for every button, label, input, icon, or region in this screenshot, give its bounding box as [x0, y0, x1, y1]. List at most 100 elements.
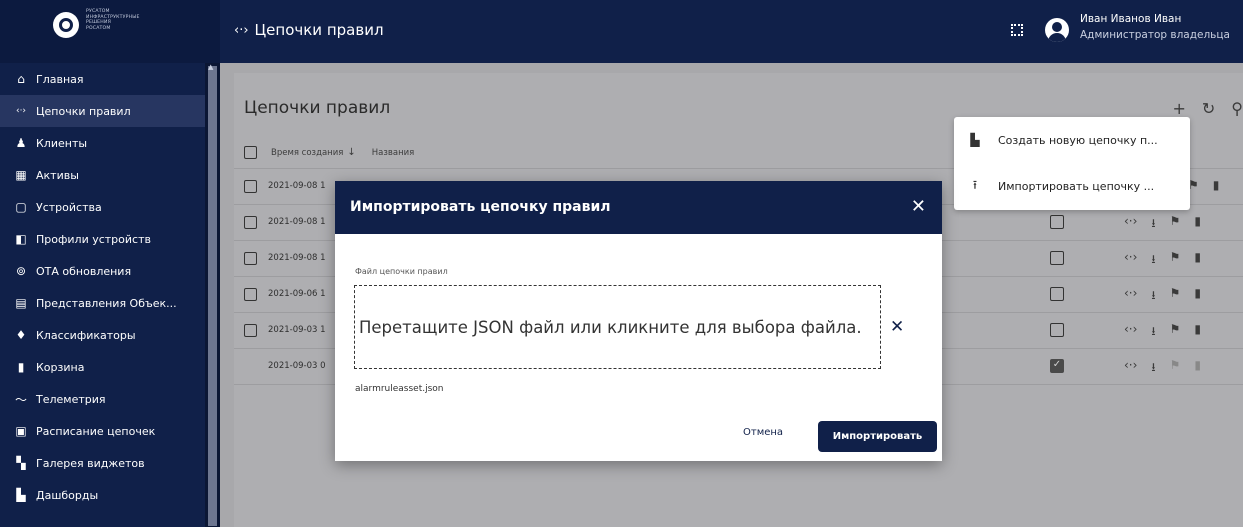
row-checkbox[interactable] [244, 324, 257, 337]
trash-icon: ▮ [17, 360, 25, 374]
upload-icon: ⭱ [972, 177, 978, 192]
row-date: 2021-09-08 1 [268, 253, 326, 263]
export-icon[interactable]: ⭳ [1151, 286, 1155, 307]
search-icon[interactable]: ⚲ [1231, 99, 1243, 118]
root-checkbox-checked: ✓ [1050, 359, 1064, 373]
close-icon[interactable]: ✕ [911, 196, 926, 217]
assets-icon: ▦ [15, 168, 27, 182]
open-chain-icon[interactable]: ‹·› [1124, 250, 1137, 271]
delete-icon[interactable]: ▮ [1194, 322, 1201, 343]
selected-file-name: alarmruleasset.json [355, 384, 444, 394]
root-flag-icon[interactable]: ⚑ [1170, 250, 1181, 271]
device-profile-icon: ◧ [15, 232, 27, 246]
import-button[interactable]: Импортировать [818, 421, 937, 452]
column-created-time[interactable]: Время создания [271, 148, 343, 158]
card-title: Цепочки правил [244, 98, 391, 118]
sidebar-item-schedule[interactable]: ▣ Расписание цепочек [0, 415, 205, 447]
delete-icon[interactable]: ▮ [1194, 214, 1201, 235]
root-checkbox [1050, 323, 1064, 337]
logo-emblem-icon [53, 12, 79, 38]
page-title: ‹·› Цепочки правил [234, 21, 384, 39]
row-date: 2021-09-03 0 [268, 361, 326, 371]
sidebar-item-customers[interactable]: ♟ Клиенты [0, 127, 205, 159]
file-dropzone[interactable]: Перетащите JSON файл или кликните для вы… [354, 285, 881, 369]
row-actions: ‹·› ⭳ ⚑ ▮ [1124, 358, 1201, 379]
sidebar-item-trash[interactable]: ▮ Корзина [0, 351, 205, 383]
sidebar-item-entity-views[interactable]: ▤ Представления Объек... [0, 287, 205, 319]
table-header: Время создания ↓ Названия [244, 146, 414, 159]
delete-icon: ▮ [1194, 358, 1201, 372]
sidebar-item-rule-chains[interactable]: ‹·› Цепочки правил [0, 95, 205, 127]
clear-file-icon[interactable]: ✕ [890, 317, 904, 337]
card-actions: + ↻ ⚲ [1172, 99, 1243, 118]
sidebar-item-widgets[interactable]: ▚ Галерея виджетов [0, 447, 205, 479]
user-name: Иван Иванов Иван [1080, 13, 1182, 25]
classifiers-icon: ♦ [15, 328, 27, 342]
root-flag-icon[interactable]: ⚑ [1170, 322, 1181, 343]
logo-text: РУСАТОМ ИНФРАСТРУКТУРНЫЕ РЕШЕНИЯ РОСАТОМ [86, 9, 140, 31]
delete-icon[interactable]: ▮ [1194, 286, 1201, 307]
dialog-title: Импортировать цепочку правил [350, 199, 611, 215]
dialog-header: Импортировать цепочку правил ✕ [335, 181, 942, 234]
root-flag-icon: ⚑ [1169, 358, 1181, 372]
root-flag-icon[interactable]: ⚑ [1170, 214, 1181, 235]
sidebar-scrollbar[interactable]: ▲ [205, 63, 220, 527]
sidebar-item-devices[interactable]: ▢ Устройства [0, 191, 205, 223]
row-checkbox[interactable] [244, 288, 257, 301]
import-dialog: Импортировать цепочку правил ✕ Файл цепо… [335, 181, 942, 461]
fullscreen-icon[interactable] [1011, 24, 1023, 36]
open-chain-icon[interactable]: ‹·› [1124, 358, 1137, 379]
sidebar-item-dashboards[interactable]: ▙ Дашборды [0, 479, 205, 511]
delete-icon[interactable]: ▮ [1213, 178, 1220, 192]
logo[interactable]: РУСАТОМ ИНФРАСТРУКТУРНЫЕ РЕШЕНИЯ РОСАТОМ [0, 0, 220, 63]
row-actions: ‹·› ⭳ ⚑ ▮ [1124, 286, 1201, 307]
column-name[interactable]: Названия [372, 148, 415, 158]
open-chain-icon[interactable]: ‹·› [1124, 286, 1137, 307]
export-icon[interactable]: ⭳ [1151, 214, 1155, 235]
sidebar: РУСАТОМ ИНФРАСТРУКТУРНЫЕ РЕШЕНИЯ РОСАТОМ… [0, 0, 220, 527]
add-menu: ▙ Создать новую цепочку п... ⭱ Импортирова… [954, 117, 1190, 210]
sidebar-item-home[interactable]: ⌂ Главная [0, 63, 205, 95]
rule-chain-icon: ‹·› [15, 106, 27, 116]
delete-icon[interactable]: ▮ [1194, 250, 1201, 271]
open-chain-icon[interactable]: ‹·› [1124, 322, 1137, 343]
scroll-up-icon[interactable]: ▲ [208, 63, 213, 71]
widgets-icon: ▚ [16, 456, 26, 470]
open-chain-icon[interactable]: ‹·› [1124, 214, 1137, 235]
schedule-icon: ▣ [15, 424, 27, 438]
sidebar-item-telemetry[interactable]: 〜 Телеметрия [0, 383, 205, 415]
sidebar-nav: ⌂ Главная ‹·› Цепочки правил ♟ Клиенты ▦ Акт… [0, 63, 205, 511]
create-rule-chain-item[interactable]: ▙ Создать новую цепочку п... [954, 117, 1190, 163]
root-flag-icon[interactable]: ⚑ [1170, 286, 1181, 307]
root-checkbox [1050, 251, 1064, 265]
dashboards-icon: ▙ [16, 488, 26, 502]
sidebar-item-ota[interactable]: ⊚ ОТА обновления [0, 255, 205, 287]
select-all-checkbox[interactable] [244, 146, 257, 159]
export-icon[interactable]: ⭳ [1151, 250, 1155, 271]
row-date: 2021-09-08 1 [268, 181, 326, 191]
row-date: 2021-09-03 1 [268, 325, 326, 335]
root-checkbox [1050, 287, 1064, 301]
row-checkbox[interactable] [244, 252, 257, 265]
add-icon[interactable]: + [1172, 99, 1185, 118]
sidebar-item-device-profiles[interactable]: ◧ Профили устройств [0, 223, 205, 255]
row-actions: ‹·› ⭳ ⚑ ▮ [1124, 250, 1201, 271]
sidebar-item-assets[interactable]: ▦ Активы [0, 159, 205, 191]
row-checkbox[interactable] [244, 180, 257, 193]
row-date: 2021-09-06 1 [268, 289, 326, 299]
row-actions: ‹·› ⭳ ⚑ ▮ [1124, 322, 1201, 343]
avatar[interactable] [1045, 18, 1069, 42]
sidebar-item-classifiers[interactable]: ♦ Классификаторы [0, 319, 205, 351]
home-icon: ⌂ [17, 72, 25, 86]
devices-icon: ▢ [15, 200, 27, 214]
refresh-icon[interactable]: ↻ [1202, 99, 1215, 118]
export-icon[interactable]: ⭳ [1151, 358, 1155, 379]
root-checkbox [1050, 215, 1064, 229]
row-checkbox[interactable] [244, 216, 257, 229]
sidebar-scrollbar-thumb[interactable] [208, 66, 217, 526]
export-icon[interactable]: ⭳ [1151, 322, 1155, 343]
import-rule-chain-item[interactable]: ⭱ Импортировать цепочку ... [954, 163, 1190, 209]
cancel-button[interactable]: Отмена [743, 427, 783, 438]
file-icon: ▙ [970, 133, 980, 147]
sort-down-icon[interactable]: ↓ [347, 147, 355, 158]
